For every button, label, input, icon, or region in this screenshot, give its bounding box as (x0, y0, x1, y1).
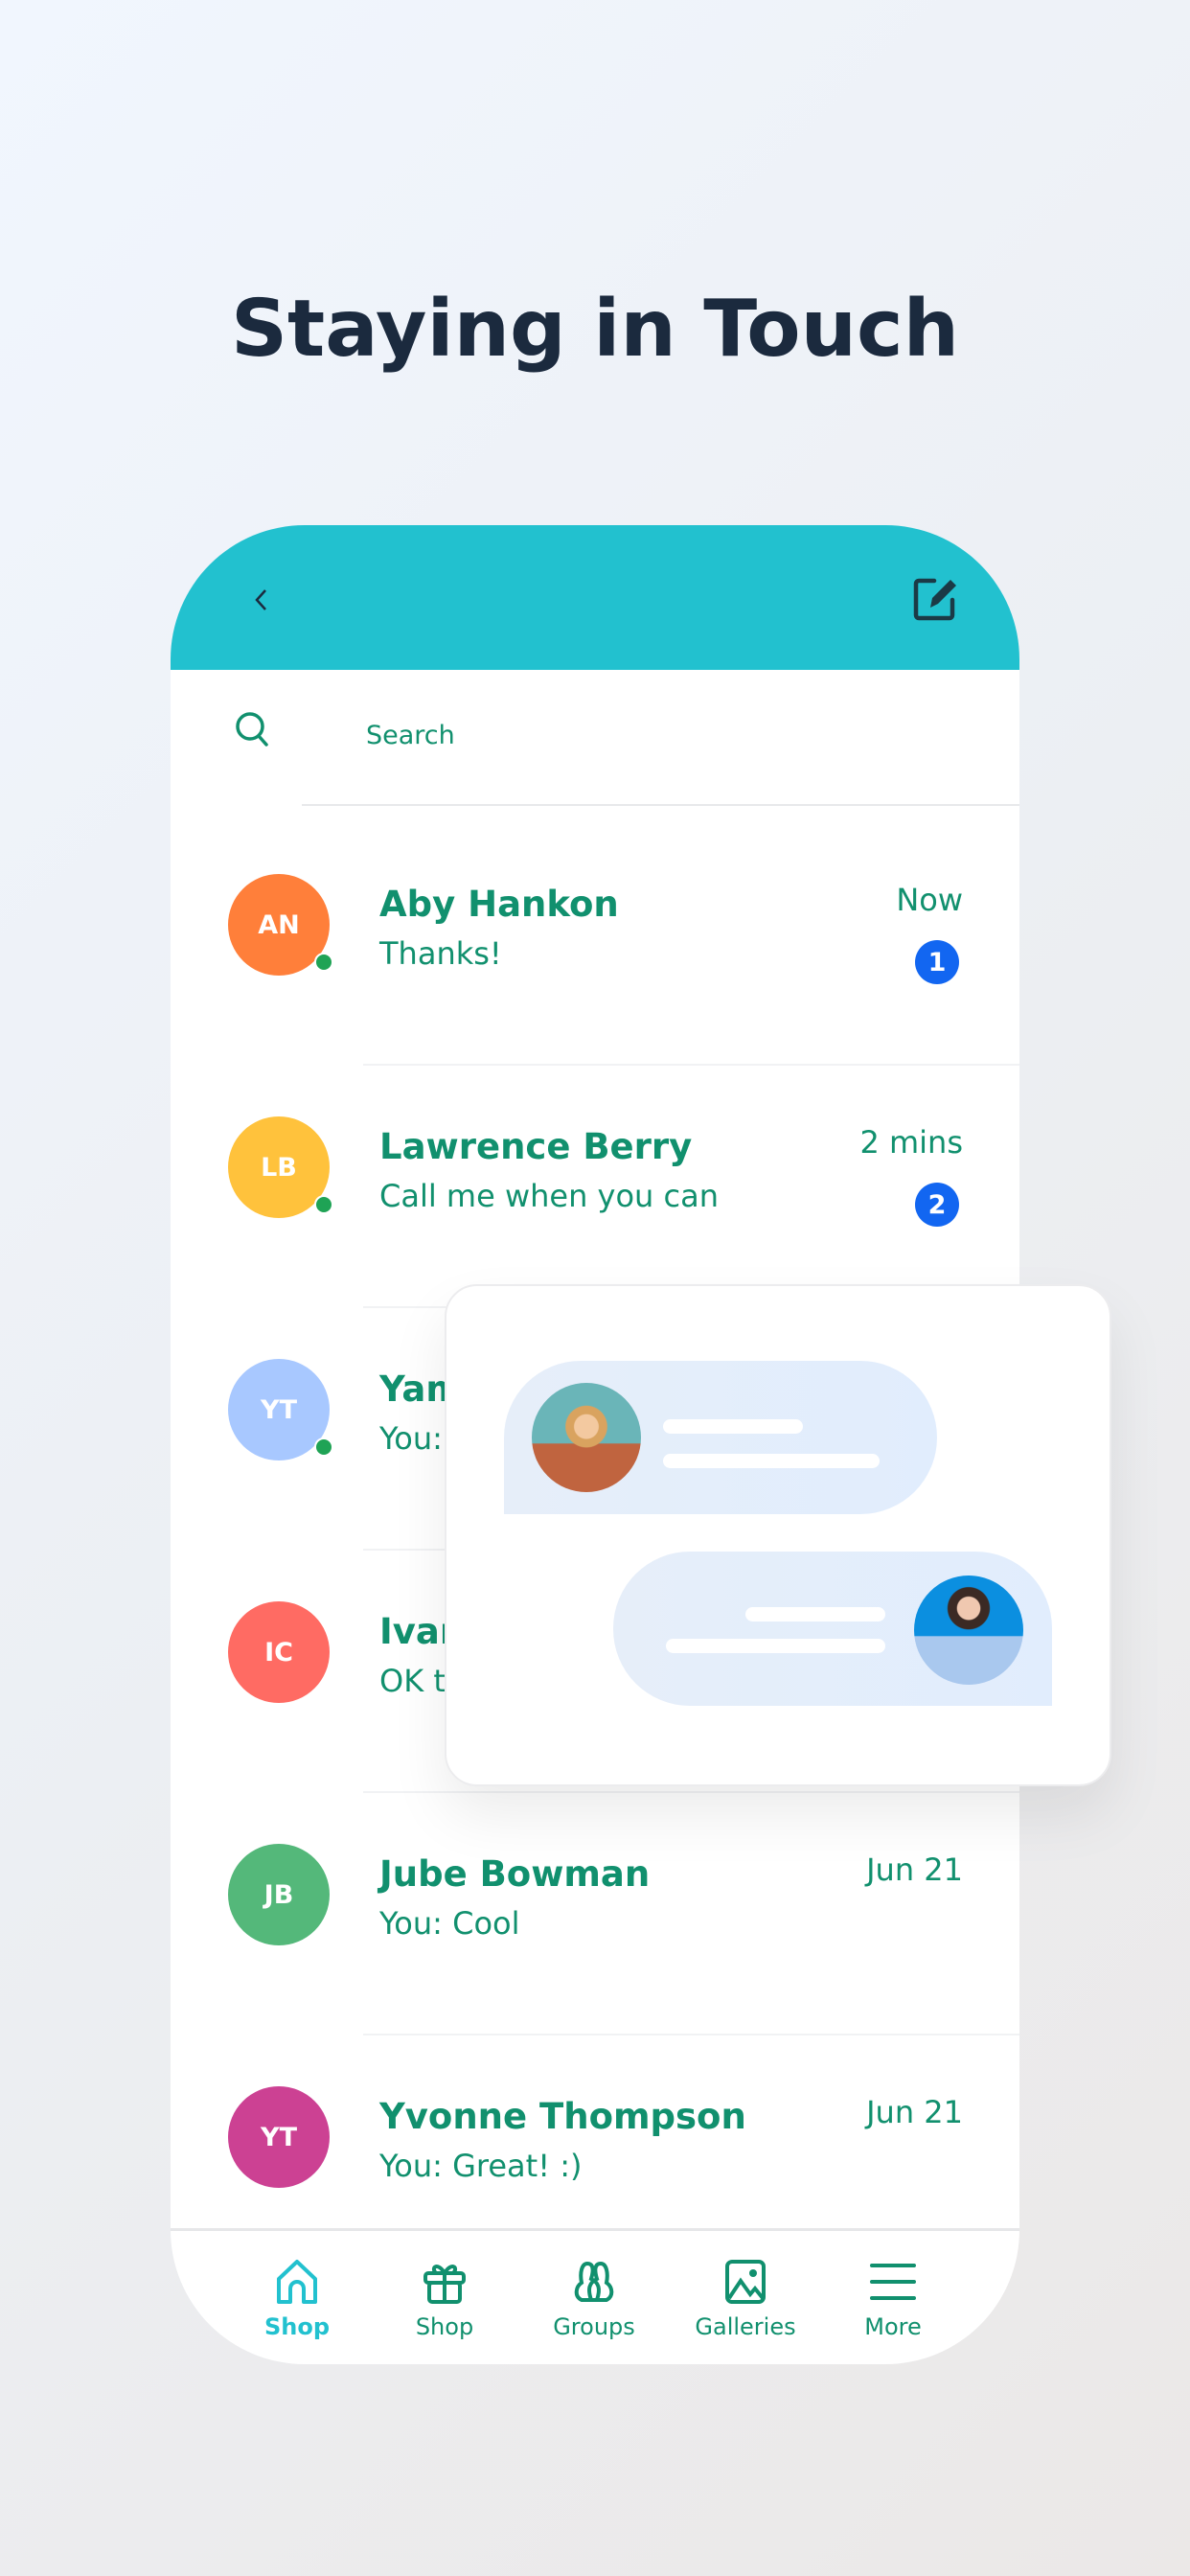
message-preview: OK t (379, 1663, 446, 1699)
message-preview: You: Great! :) (379, 2148, 583, 2184)
divider (302, 804, 1019, 806)
nav-item-galleries[interactable]: Galleries (678, 2231, 812, 2340)
message-preview: Call me when you can (379, 1178, 719, 1214)
avatar: YT (228, 1359, 333, 1460)
contact-name: Lawrence Berry (379, 1126, 693, 1167)
message-time: Now (896, 882, 963, 918)
user-photo-avatar (914, 1576, 1023, 1685)
nav-item-more[interactable]: More (826, 2231, 960, 2340)
conversation-item[interactable]: JB Jube Bowman You: Cool Jun 21 (171, 1792, 1019, 2036)
message-preview: You: (379, 1420, 443, 1457)
edit-icon[interactable] (911, 573, 961, 623)
user-photo-avatar (532, 1383, 641, 1492)
avatar: JB (228, 1844, 330, 1945)
gift-icon (423, 2265, 466, 2304)
message-time: Jun 21 (866, 1852, 963, 1888)
online-indicator (314, 1438, 333, 1457)
conversation-item[interactable]: AN Aby Hankon Thanks! Now 1 (171, 822, 1019, 1066)
menu-icon (870, 2264, 916, 2300)
incoming-message-bubble (504, 1361, 937, 1514)
nav-item-gift-shop[interactable]: Shop (378, 2231, 512, 2340)
nav-item-shop[interactable]: Shop (230, 2231, 364, 2340)
message-preview: You: Cool (379, 1905, 520, 1942)
chat-preview-card (445, 1284, 1111, 1786)
bottom-nav: Shop Shop Groups Galleries More (171, 2228, 1019, 2364)
conversation-item[interactable]: LB Lawrence Berry Call me when you can 2 … (171, 1065, 1019, 1308)
message-preview: Thanks! (379, 935, 502, 972)
search-input[interactable]: Search (366, 721, 455, 750)
nav-item-groups[interactable]: Groups (527, 2231, 661, 2340)
outgoing-message-bubble (613, 1552, 1052, 1706)
search-icon (236, 712, 268, 747)
image-icon (725, 2260, 766, 2304)
text-placeholder-line (745, 1607, 885, 1622)
avatar: LB (228, 1116, 333, 1218)
contact-name: Aby Hankon (379, 884, 619, 925)
home-icon (277, 2260, 317, 2304)
online-indicator (314, 953, 333, 972)
text-placeholder-line (663, 1454, 880, 1468)
message-time: 2 mins (859, 1124, 963, 1161)
page-title: Staying in Touch (230, 284, 960, 375)
text-placeholder-line (666, 1639, 885, 1653)
chevron-left-icon[interactable] (247, 581, 276, 619)
avatar: YT (228, 2086, 330, 2188)
groups-icon (574, 2261, 614, 2302)
search-bar[interactable]: Search (232, 709, 998, 767)
unread-badge: 2 (915, 1183, 959, 1227)
avatar: IC (228, 1601, 330, 1703)
app-header (171, 525, 1019, 670)
text-placeholder-line (663, 1419, 803, 1434)
contact-name: Yvonne Thompson (379, 2096, 746, 2137)
contact-name: Jube Bowman (379, 1853, 651, 1895)
online-indicator (314, 1195, 333, 1214)
avatar: AN (228, 874, 333, 976)
unread-badge: 1 (915, 940, 959, 984)
message-time: Jun 21 (866, 2094, 963, 2130)
